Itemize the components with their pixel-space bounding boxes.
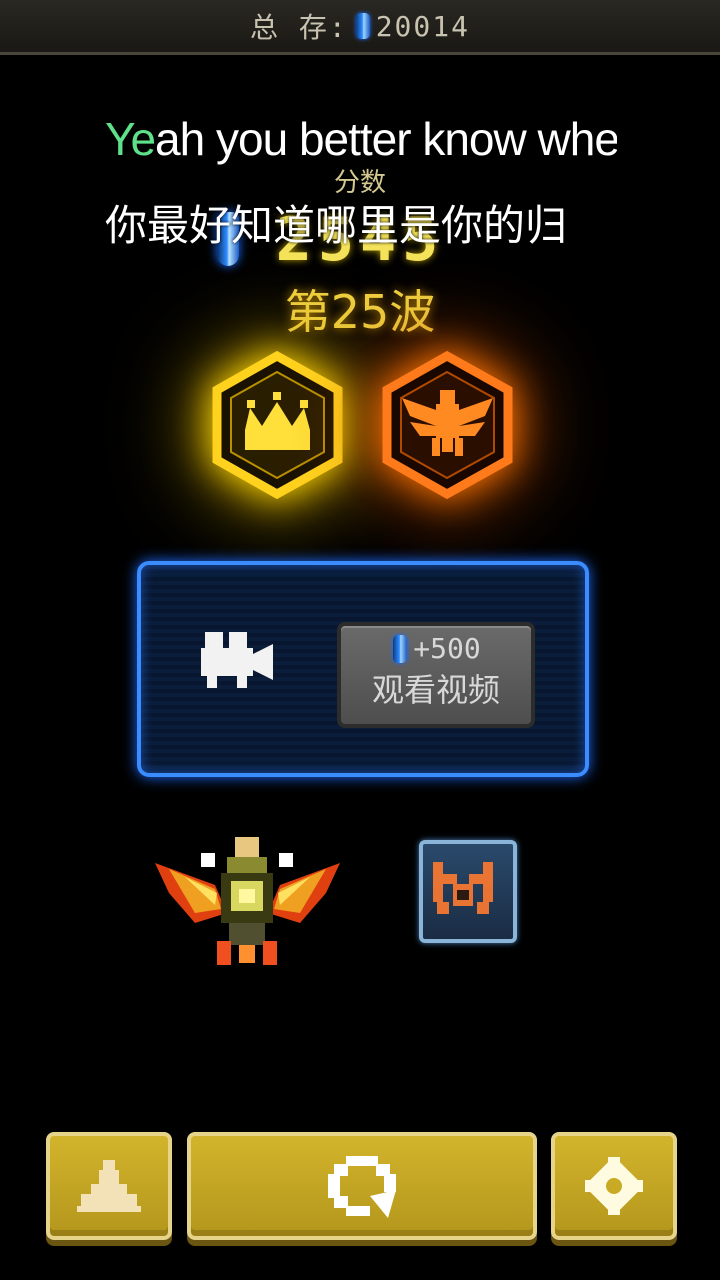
hangar-button[interactable] <box>46 1132 172 1240</box>
watch-video-button[interactable]: +500 观看视频 <box>337 622 535 728</box>
lyric-english: Yeah you better know whe <box>105 112 617 166</box>
lyric-highlight: Ye <box>105 113 156 165</box>
video-reward-panel: +500 观看视频 <box>137 561 589 777</box>
blue-gem-icon <box>355 13 370 39</box>
video-camera-icon <box>201 632 273 688</box>
reward-amount: +500 <box>413 632 481 665</box>
gem-total-bar: 总 存: 20014 <box>0 0 720 55</box>
enemy-icon <box>433 862 493 914</box>
video-reward: +500 <box>341 632 531 665</box>
replay-icon <box>328 1156 396 1218</box>
crown-medal-icon[interactable] <box>210 350 345 500</box>
lyric-english-rest: ah you better know whe <box>155 113 617 165</box>
enemy-card[interactable] <box>419 840 517 943</box>
blue-gem-icon <box>393 634 408 663</box>
replay-button[interactable] <box>187 1132 537 1240</box>
watch-video-label: 观看视频 <box>371 671 500 709</box>
spaceship-icon <box>77 1160 141 1212</box>
gem-total-value: 20014 <box>375 9 470 43</box>
gear-icon <box>585 1157 643 1215</box>
settings-button[interactable] <box>551 1132 677 1240</box>
wave-label: 第25波 <box>284 285 436 339</box>
player-ship-icon <box>155 837 340 965</box>
total-label: 总 存: <box>249 11 348 44</box>
eagle-medal-icon[interactable] <box>380 350 515 500</box>
lyric-chinese: 你最好知道哪里是你的归 <box>105 202 568 249</box>
